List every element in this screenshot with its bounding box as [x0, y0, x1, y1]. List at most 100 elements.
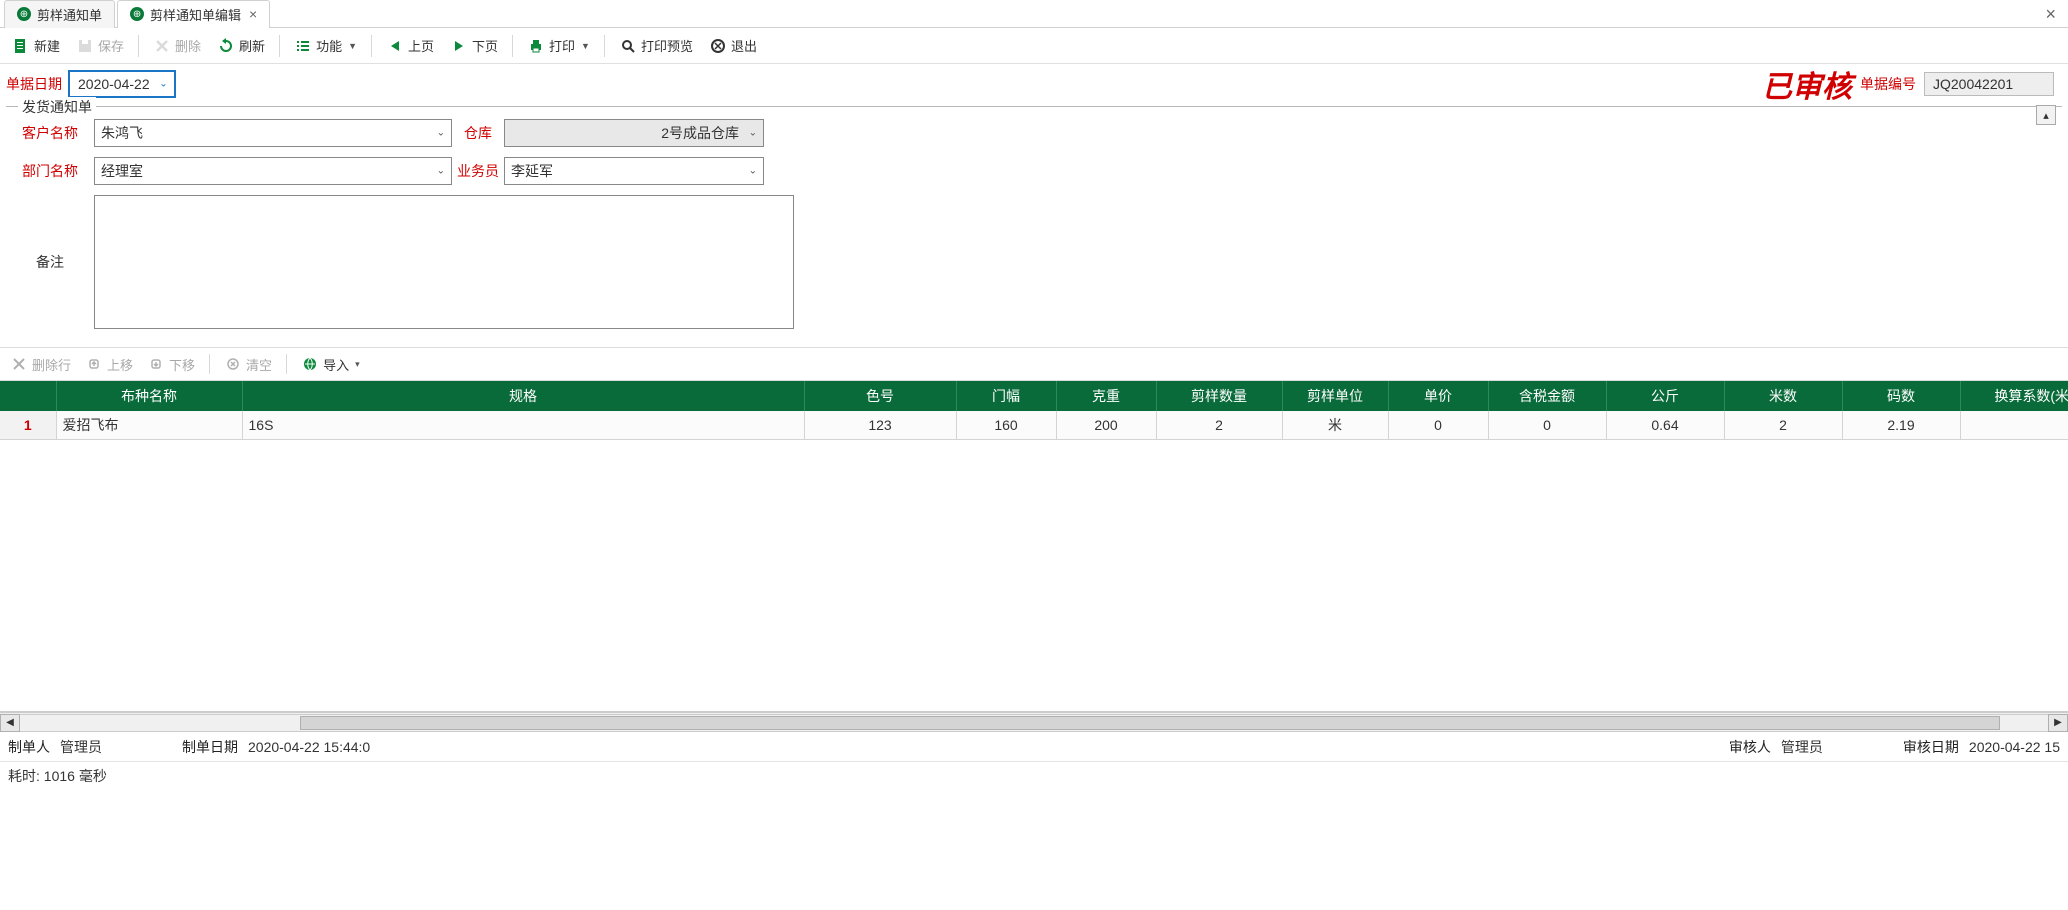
col-rownum[interactable] [0, 381, 56, 411]
chevron-down-icon: ⌄ [437, 166, 445, 177]
exit-button[interactable]: 退出 [703, 33, 763, 58]
delete-button[interactable]: 删除 [147, 33, 207, 58]
move-up-label: 上移 [107, 355, 133, 374]
cell-spec[interactable]: 16S [242, 411, 804, 440]
dept-select[interactable]: 经理室 ⌄ [94, 157, 452, 185]
sales-label: 业务员 [452, 161, 504, 181]
new-label: 新建 [34, 36, 60, 55]
scroll-right-button[interactable]: ▶ [2048, 714, 2068, 732]
maker-value: 管理员 [60, 737, 102, 757]
cell-qty[interactable]: 2 [1156, 411, 1282, 440]
separator [286, 354, 287, 374]
auditdate-value: 2020-04-22 15 [1969, 739, 2060, 755]
refresh-button[interactable]: 刷新 [211, 33, 271, 58]
customer-select[interactable]: 朱鸿飞 ⌄ [94, 119, 452, 147]
col-price[interactable]: 单价 [1388, 381, 1488, 411]
dept-label: 部门名称 [6, 161, 94, 181]
delete-label: 删除 [175, 36, 201, 55]
col-m[interactable]: 米数 [1724, 381, 1842, 411]
refresh-label: 刷新 [239, 36, 265, 55]
col-coef[interactable]: 换算系数(米/公斤) [1960, 381, 2068, 411]
warehouse-value: 2号成品仓库 [661, 123, 739, 143]
docno-value: JQ20042201 [1924, 72, 2054, 96]
chevron-down-icon: ⌄ [159, 79, 167, 90]
col-kg[interactable]: 公斤 [1606, 381, 1724, 411]
function-label: 功能 [316, 36, 342, 55]
cell-m[interactable]: 2 [1724, 411, 1842, 440]
preview-button[interactable]: 打印预览 [613, 33, 699, 58]
clear-label: 清空 [246, 355, 272, 374]
window-close-icon[interactable]: × [2045, 4, 2056, 25]
document-header-bar: 单据日期 2020-04-22 ⌄ 已审核 单据编号 JQ20042201 [0, 64, 2068, 104]
warehouse-select[interactable]: 2号成品仓库 ⌄ [504, 119, 764, 147]
data-grid: 布种名称 规格 色号 门幅 克重 剪样数量 剪样单位 单价 含税金额 公斤 米数… [0, 381, 2068, 712]
scroll-thumb[interactable] [300, 716, 2000, 730]
shipment-fieldset: 发货通知单 ▴ 客户名称 朱鸿飞 ⌄ 仓库 2号成品仓库 ⌄ 部门名称 经理室 … [6, 106, 2062, 329]
remark-label: 备注 [6, 252, 94, 272]
cell-width[interactable]: 160 [956, 411, 1056, 440]
separator [604, 35, 605, 57]
move-down-button[interactable]: 下移 [143, 353, 199, 376]
horizontal-scrollbar[interactable]: ◀ ▶ [0, 712, 2068, 732]
import-button[interactable]: 导入 ▾ [297, 353, 364, 376]
col-qty[interactable]: 剪样数量 [1156, 381, 1282, 411]
cell-price[interactable]: 0 [1388, 411, 1488, 440]
cell-coef[interactable]: 3.125 [1960, 411, 2068, 440]
chevron-down-icon: ▼ [348, 41, 357, 51]
prev-label: 上页 [408, 36, 434, 55]
clear-button[interactable]: 清空 [220, 353, 276, 376]
cell-kg[interactable]: 0.64 [1606, 411, 1724, 440]
cell-weight[interactable]: 200 [1056, 411, 1156, 440]
remark-textarea[interactable] [94, 195, 794, 329]
globe-icon: ⊕ [17, 7, 31, 21]
main-toolbar: 新建 保存 删除 刷新 功能 ▼ 上页 下页 打印 ▼ 打印预览 退出 [0, 28, 2068, 64]
maker-label: 制单人 [8, 737, 50, 757]
col-width[interactable]: 门幅 [956, 381, 1056, 411]
collapse-toggle[interactable]: ▴ [2036, 105, 2056, 125]
print-button[interactable]: 打印 ▼ [521, 33, 596, 58]
function-button[interactable]: 功能 ▼ [288, 33, 363, 58]
close-icon[interactable]: × [249, 6, 257, 22]
col-weight[interactable]: 克重 [1056, 381, 1156, 411]
delete-row-label: 删除行 [32, 355, 71, 374]
cell-unit[interactable]: 米 [1282, 411, 1388, 440]
status-bar: 制单人 管理员 制单日期 2020-04-22 15:44:0 审核人 管理员 … [0, 732, 2068, 762]
prev-button[interactable]: 上页 [380, 33, 440, 58]
col-color[interactable]: 色号 [804, 381, 956, 411]
new-icon [12, 37, 30, 55]
col-amount[interactable]: 含税金额 [1488, 381, 1606, 411]
docno-label: 单据编号 [1860, 74, 1916, 94]
cell-rownum[interactable]: 1 [0, 411, 56, 440]
sales-select[interactable]: 李延军 ⌄ [504, 157, 764, 185]
separator [138, 35, 139, 57]
tab-sample-notice[interactable]: ⊕ 剪样通知单 [4, 0, 115, 28]
triangle-right-icon [450, 37, 468, 55]
customer-label: 客户名称 [6, 123, 94, 143]
cell-color[interactable]: 123 [804, 411, 956, 440]
table-row[interactable]: 1 爱招飞布 16S 123 160 200 2 米 0 0 0.64 2 2.… [0, 411, 2068, 440]
separator [371, 35, 372, 57]
date-picker[interactable]: 2020-04-22 ⌄ [68, 70, 176, 98]
cell-amount[interactable]: 0 [1488, 411, 1606, 440]
fieldset-legend: 发货通知单 [18, 97, 96, 117]
col-spec[interactable]: 规格 [242, 381, 804, 411]
scroll-left-button[interactable]: ◀ [0, 714, 20, 732]
col-fabric-name[interactable]: 布种名称 [56, 381, 242, 411]
next-label: 下页 [472, 36, 498, 55]
customer-value: 朱鸿飞 [101, 123, 143, 143]
next-button[interactable]: 下页 [444, 33, 504, 58]
cell-yd[interactable]: 2.19 [1842, 411, 1960, 440]
delete-row-button[interactable]: 删除行 [6, 353, 75, 376]
scroll-track[interactable] [20, 714, 2048, 732]
refresh-icon [217, 37, 235, 55]
cell-name[interactable]: 爱招飞布 [56, 411, 242, 440]
tab-label: 剪样通知单编辑 [150, 5, 241, 24]
save-button[interactable]: 保存 [70, 33, 130, 58]
move-up-button[interactable]: 上移 [81, 353, 137, 376]
new-button[interactable]: 新建 [6, 33, 66, 58]
tab-sample-notice-edit[interactable]: ⊕ 剪样通知单编辑 × [117, 0, 270, 28]
col-unit[interactable]: 剪样单位 [1282, 381, 1388, 411]
double-chevron-up-icon: ▴ [2043, 109, 2049, 122]
makedate-value: 2020-04-22 15:44:0 [248, 739, 370, 755]
col-yd[interactable]: 码数 [1842, 381, 1960, 411]
